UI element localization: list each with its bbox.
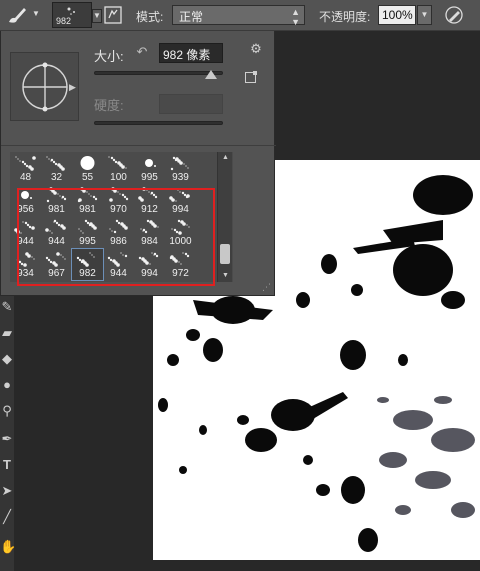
select-arrows-icon: ▲ ▼ xyxy=(291,7,300,27)
opacity-dropdown[interactable]: ▼ xyxy=(417,5,432,25)
panel-divider xyxy=(1,145,276,146)
options-bar: ▼ 982 ▼ 模式: 正常 ▲ ▼ 不透明度: 100% ▼ xyxy=(0,0,480,31)
brush-preset-size: 48 xyxy=(19,172,32,183)
tool-preset-arrow[interactable]: ▼ xyxy=(32,9,40,31)
brush-preset-size: 939 xyxy=(172,172,189,183)
hand-tool-icon[interactable]: ✋ xyxy=(0,538,16,556)
chevron-down-icon[interactable]: ▼ xyxy=(92,9,102,23)
brush-panel-icon[interactable] xyxy=(103,5,123,25)
size-label: 大小: xyxy=(94,49,124,64)
scroll-down-icon[interactable]: ▼ xyxy=(218,270,233,282)
brush-tip-thumbnail xyxy=(108,156,127,169)
scroll-up-icon[interactable]: ▲ xyxy=(218,152,233,164)
brush-tip-thumbnail xyxy=(145,159,156,167)
brush-size-readout: 982 xyxy=(56,16,72,26)
mode-select[interactable]: 正常 ▲ ▼ xyxy=(172,5,305,27)
zoom-tool-icon[interactable]: ⚲ xyxy=(0,402,14,420)
brush-preset-tile[interactable]: 48 xyxy=(10,153,41,184)
preset-scrollbar[interactable]: ▲ ▼ xyxy=(217,152,232,282)
brush-preset-tile[interactable]: 995 xyxy=(134,153,165,184)
brush-preset-size: 100 xyxy=(110,172,127,183)
brush-preset-tile[interactable]: 55 xyxy=(72,153,103,184)
brush-tip-thumbnail xyxy=(80,156,95,170)
reset-icon[interactable]: ↶ xyxy=(134,44,150,60)
brush-preset-tile[interactable]: 32 xyxy=(41,153,72,184)
photoshop-window: ▼ 982 ▼ 模式: 正常 ▲ ▼ 不透明度: 100% ▼ ✎ ▰ ◆ ● ⚲… xyxy=(0,0,480,571)
brush-preset-tile[interactable]: 100 xyxy=(103,153,134,184)
brush-preset-size: 995 xyxy=(141,172,158,183)
airbrush-icon[interactable] xyxy=(443,4,465,26)
pen-tool-icon[interactable]: ✒ xyxy=(0,430,14,448)
mode-label: 模式: xyxy=(136,10,164,24)
brush-tip-thumbnail xyxy=(15,156,36,171)
size-slider-thumb[interactable] xyxy=(205,70,218,79)
brush-tip-thumbnail xyxy=(170,156,189,171)
type-tool-icon[interactable]: T xyxy=(0,456,14,474)
opacity-value: 100% xyxy=(382,8,413,22)
dodge-tool-icon[interactable]: ● xyxy=(0,376,14,394)
size-input[interactable]: 982 像素 xyxy=(159,43,223,63)
new-preset-icon[interactable] xyxy=(245,71,257,83)
brush-preset-tile[interactable]: 939 xyxy=(165,153,196,184)
scroll-thumb[interactable] xyxy=(220,244,230,264)
brush-preset-picker[interactable]: 982 ▼ xyxy=(52,2,102,28)
annotation-highlight-box xyxy=(17,188,215,286)
hardness-label: 硬度: xyxy=(94,98,124,113)
line-tool-icon[interactable]: ╱ xyxy=(0,508,14,526)
resize-grip-icon[interactable]: ⋰ xyxy=(262,282,271,293)
opacity-label: 不透明度: xyxy=(319,10,371,24)
eraser-tool-icon[interactable]: ▰ xyxy=(0,324,14,342)
gear-icon[interactable]: ⚙ xyxy=(248,41,264,57)
size-slider[interactable] xyxy=(94,70,223,79)
preview-arrow-icon: ▶ xyxy=(69,82,76,92)
mode-value: 正常 xyxy=(179,10,204,24)
blur-tool-icon[interactable]: ◆ xyxy=(0,350,14,368)
brush-tool-icon[interactable]: ✎ xyxy=(0,298,14,316)
brush-preset-size: 55 xyxy=(81,172,94,183)
path-select-tool-icon[interactable]: ➤ xyxy=(0,482,14,500)
brush-tip-thumbnail xyxy=(46,156,65,171)
tools-panel: ✎ ▰ ◆ ● ⚲ ✒ T ➤ ╱ ✋ xyxy=(0,290,16,571)
opacity-field[interactable]: 100% xyxy=(378,5,416,25)
hardness-input[interactable] xyxy=(159,94,223,114)
brush-preset-size: 32 xyxy=(50,172,63,183)
brush-icon[interactable] xyxy=(6,5,28,25)
hardness-slider[interactable] xyxy=(94,121,223,125)
